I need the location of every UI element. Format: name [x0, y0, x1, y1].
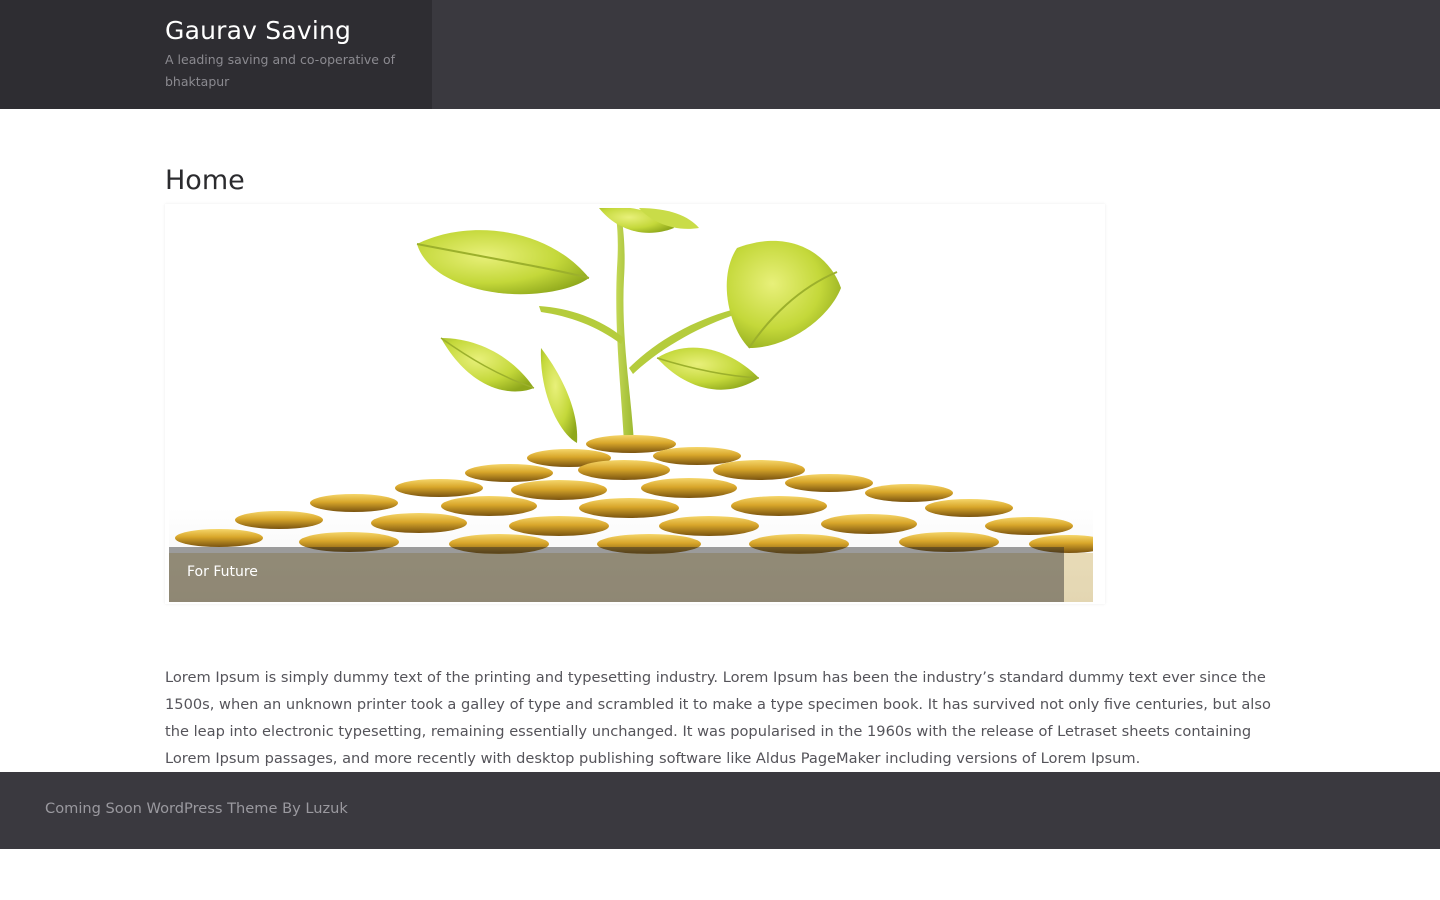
page-title: Home: [165, 165, 245, 196]
slide-caption-bar: For Future: [169, 547, 1064, 602]
site-branding: Gaurav Saving A leading saving and co-op…: [0, 0, 432, 109]
page-body-text: Lorem Ipsum is simply dummy text of the …: [165, 669, 1271, 767]
site-header: Gaurav Saving A leading saving and co-op…: [0, 0, 1440, 109]
slide-caption: For Future: [187, 564, 258, 580]
site-description: A leading saving and co-operative of bha…: [165, 52, 395, 89]
footer-credit-link[interactable]: Coming Soon WordPress Theme By Luzuk: [45, 800, 348, 817]
image-slider[interactable]: For Future: [165, 204, 1105, 604]
site-title-link[interactable]: Gaurav Saving: [165, 16, 351, 45]
site-footer: Coming Soon WordPress Theme By Luzuk: [0, 772, 1440, 849]
slide-image-plant-coins: [169, 208, 1093, 602]
